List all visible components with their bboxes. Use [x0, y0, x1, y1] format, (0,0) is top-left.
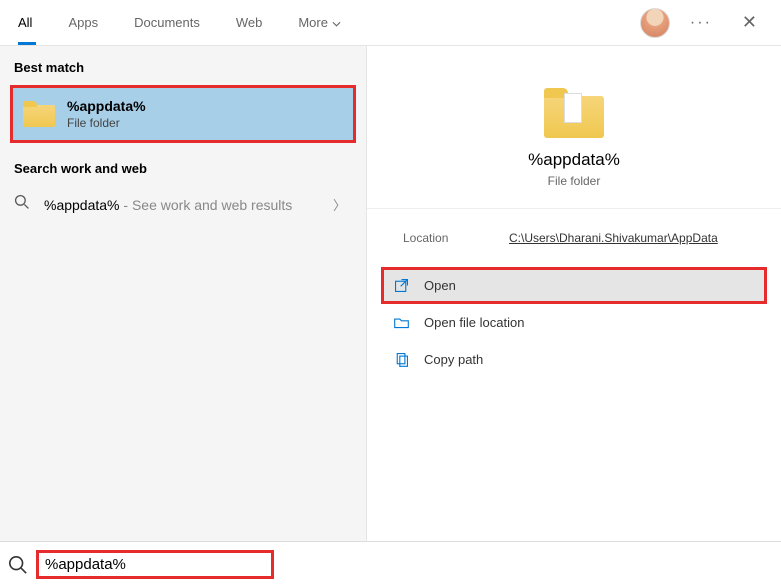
- action-label: Open: [424, 278, 456, 293]
- chevron-right-icon: 〉: [333, 195, 346, 214]
- folder-icon: [23, 101, 55, 127]
- best-match-title: %appdata%: [67, 98, 146, 114]
- open-icon: [393, 277, 410, 294]
- best-match-text: %appdata% File folder: [67, 98, 146, 130]
- preview-header: %appdata% File folder: [367, 46, 781, 208]
- tabs: All Apps Documents Web More: [0, 0, 640, 45]
- search-icon: [14, 194, 44, 215]
- location-value[interactable]: C:\Users\Dharani.Shivakumar\AppData: [509, 231, 718, 245]
- search-input[interactable]: [45, 556, 265, 573]
- folder-icon: [544, 88, 604, 138]
- action-label: Copy path: [424, 352, 483, 367]
- tab-more[interactable]: More: [280, 0, 359, 45]
- preview-details: Location C:\Users\Dharani.Shivakumar\App…: [367, 208, 781, 263]
- action-label: Open file location: [424, 315, 524, 330]
- best-match-item[interactable]: %appdata% File folder: [10, 85, 356, 143]
- tab-documents[interactable]: Documents: [116, 0, 218, 45]
- folder-open-icon: [393, 314, 410, 331]
- close-icon[interactable]: ✕: [732, 8, 767, 37]
- web-result[interactable]: %appdata% - See work and web results 〉: [8, 186, 356, 223]
- action-open[interactable]: Open: [381, 267, 767, 304]
- tab-web[interactable]: Web: [218, 0, 281, 45]
- avatar[interactable]: [640, 8, 670, 38]
- chevron-down-icon: [332, 15, 341, 30]
- header: All Apps Documents Web More ··· ✕: [0, 0, 781, 46]
- action-open-location[interactable]: Open file location: [381, 304, 767, 341]
- location-label: Location: [403, 231, 509, 245]
- tab-apps[interactable]: Apps: [50, 0, 116, 45]
- actions: Open Open file location Copy path: [367, 263, 781, 382]
- tab-all[interactable]: All: [0, 0, 50, 45]
- preview-subtitle: File folder: [367, 174, 781, 188]
- preview-title: %appdata%: [367, 150, 781, 170]
- search-bar: [0, 541, 781, 587]
- header-right: ··· ✕: [640, 8, 781, 38]
- copy-icon: [393, 351, 410, 368]
- web-heading: Search work and web: [8, 143, 366, 186]
- more-options-icon[interactable]: ···: [682, 10, 720, 36]
- best-match-subtitle: File folder: [67, 116, 146, 130]
- content: Best match %appdata% File folder Search …: [0, 46, 781, 541]
- search-input-wrapper[interactable]: [36, 550, 274, 579]
- action-copy-path[interactable]: Copy path: [381, 341, 767, 378]
- right-pane: %appdata% File folder Location C:\Users\…: [366, 46, 781, 541]
- search-icon: [8, 555, 28, 575]
- left-pane: Best match %appdata% File folder Search …: [0, 46, 366, 541]
- best-match-heading: Best match: [8, 60, 366, 85]
- web-result-text: %appdata% - See work and web results: [44, 197, 333, 213]
